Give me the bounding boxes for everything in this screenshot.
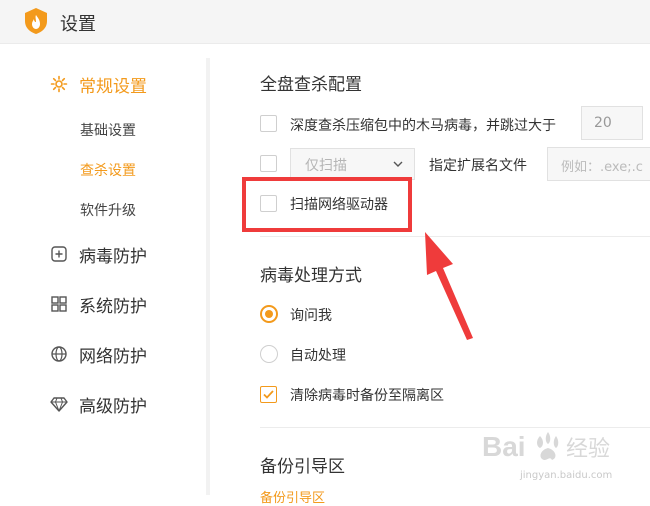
- sidebar-subitem-basic[interactable]: 基础设置: [80, 120, 136, 140]
- sidebar-item-label: 病毒防护: [79, 246, 147, 267]
- sidebar-item-label: 系统防护: [79, 296, 147, 317]
- sidebar: [0, 45, 206, 495]
- svg-text:经验: 经验: [566, 437, 610, 462]
- boot-sector-option-label[interactable]: 备份引导区: [260, 487, 325, 506]
- auto-handle-label: 自动处理: [290, 348, 346, 364]
- virus-handling-section-title: 病毒处理方式: [260, 266, 362, 286]
- checkmark-icon: [263, 390, 274, 399]
- annotation-highlight-box: [242, 177, 412, 232]
- blocks-icon: [50, 295, 68, 313]
- scan-mode-select[interactable]: 仅扫描: [290, 148, 415, 180]
- diamond-icon: [50, 395, 68, 413]
- sidebar-item-label: 网络防护: [79, 346, 147, 367]
- plus-square-icon: [50, 245, 68, 263]
- deep-scan-checkbox[interactable]: [260, 115, 277, 132]
- backup-quarantine-checkbox[interactable]: [260, 386, 277, 403]
- annotation-arrow-icon: [425, 232, 473, 340]
- sidebar-item-network-protection[interactable]: 网络防护: [50, 340, 147, 368]
- sidebar-item-advanced-protection[interactable]: 高级防护: [50, 390, 147, 418]
- ask-me-label: 询问我: [290, 308, 332, 324]
- deep-scan-label: 深度查杀压缩包中的木马病毒，并跳过大于: [290, 118, 556, 134]
- sidebar-item-label: 常规设置: [79, 76, 147, 97]
- scan-only-checkbox[interactable]: [260, 155, 277, 172]
- title-bar: 设置: [0, 0, 650, 44]
- window-title: 设置: [60, 14, 96, 35]
- watermark-url: jingyan.baidu.com: [520, 470, 613, 481]
- sidebar-item-system-protection[interactable]: 系统防护: [50, 290, 147, 318]
- sidebar-subitem-upgrade[interactable]: 软件升级: [80, 200, 136, 220]
- extension-input[interactable]: 例如：.exe;.c: [547, 147, 650, 181]
- extension-label: 指定扩展名文件: [429, 158, 527, 174]
- chevron-down-icon: [393, 161, 403, 167]
- boot-sector-section-title: 备份引导区: [260, 457, 345, 477]
- backup-quarantine-label: 清除病毒时备份至隔离区: [290, 388, 444, 404]
- ask-me-radio[interactable]: [260, 305, 278, 323]
- sidebar-item-general-settings[interactable]: 常规设置: [50, 70, 147, 98]
- sidebar-subitem-scan[interactable]: 查杀设置: [80, 160, 136, 180]
- sidebar-divider: [206, 58, 210, 495]
- scan-mode-select-value: 仅扫描: [305, 158, 347, 174]
- sidebar-item-virus-protection[interactable]: 病毒防护: [50, 240, 147, 268]
- sidebar-item-label: 高级防护: [79, 396, 147, 417]
- svg-text:Bai: Bai: [482, 431, 526, 462]
- shield-flame-logo-icon: [25, 8, 47, 34]
- archive-size-input[interactable]: 20: [581, 106, 643, 140]
- full-scan-section-title: 全盘查杀配置: [260, 75, 362, 95]
- gear-icon: [50, 75, 68, 93]
- globe-icon: [50, 345, 68, 363]
- auto-handle-radio[interactable]: [260, 345, 278, 363]
